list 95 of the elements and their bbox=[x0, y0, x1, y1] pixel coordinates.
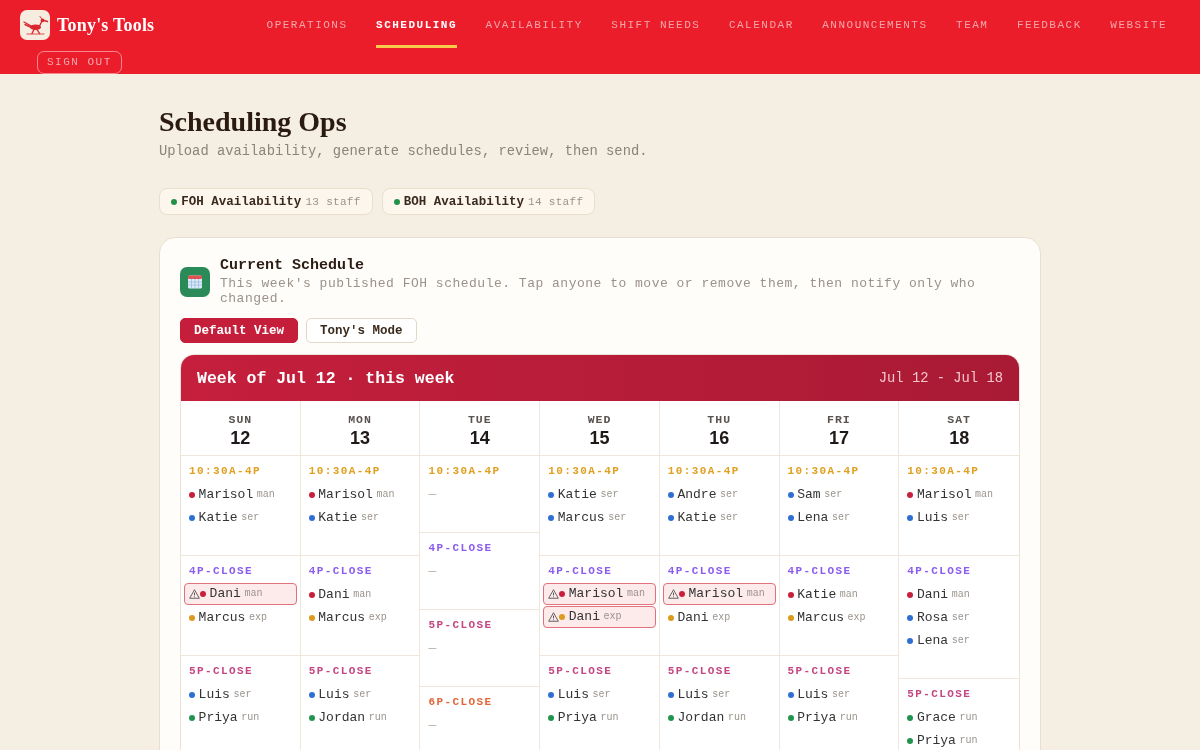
page-subtitle: Upload availability, generate schedules, review, then send. bbox=[159, 143, 649, 161]
availability-chip[interactable]: BOH Availability 14 staff bbox=[381, 188, 596, 215]
shift-time: 10:30A-4P bbox=[189, 464, 262, 478]
day-number: 18 bbox=[948, 427, 971, 449]
staff-entry[interactable]: Marcus exp bbox=[308, 606, 412, 629]
day-name: MON bbox=[347, 412, 373, 427]
shift-time: 4P-CLOSE bbox=[667, 564, 733, 578]
staff-entry[interactable]: Marisol man bbox=[662, 583, 776, 605]
day-number: 14 bbox=[468, 427, 491, 449]
warning-icon bbox=[548, 612, 560, 622]
staff-entry[interactable]: Marisol man bbox=[189, 483, 292, 506]
day-name: SUN bbox=[227, 412, 254, 427]
day-name: SAT bbox=[946, 412, 972, 427]
shift-time: 4P-CLOSE bbox=[308, 564, 374, 578]
shift-time: 5P-CLOSE bbox=[428, 618, 494, 632]
shift-time: 4P-CLOSE bbox=[189, 564, 254, 578]
staff-entry[interactable]: Jordan run bbox=[308, 706, 412, 729]
card-title: Current Schedule bbox=[220, 258, 366, 274]
staff-entry[interactable]: Lena ser bbox=[787, 506, 891, 529]
day-number: 13 bbox=[349, 427, 372, 449]
staff-entry[interactable]: Luis ser bbox=[667, 683, 771, 706]
day-number: 16 bbox=[708, 427, 731, 449]
staff-entry[interactable]: Katie man bbox=[787, 583, 891, 606]
shift-time: 5P-CLOSE bbox=[787, 664, 853, 678]
staff-entry[interactable]: Rosa ser bbox=[907, 606, 1011, 629]
calendar-icon bbox=[180, 267, 210, 297]
staff-entry[interactable]: Marisol man bbox=[543, 583, 656, 605]
shift-time: 10:30A-4P bbox=[548, 464, 622, 478]
warning-icon bbox=[189, 589, 200, 599]
staff-entry[interactable]: Luis ser bbox=[548, 683, 651, 706]
staff-entry[interactable]: Katie ser bbox=[308, 506, 412, 529]
shift-time: 4P-CLOSE bbox=[428, 541, 494, 555]
day-number: 12 bbox=[229, 427, 252, 449]
staff-entry[interactable]: Luis ser bbox=[907, 506, 1011, 529]
shift-time: 6P-CLOSE bbox=[428, 695, 494, 709]
shift-time: 4P-CLOSE bbox=[548, 564, 614, 578]
day-name: FRI bbox=[826, 412, 852, 427]
day-name: TUE bbox=[466, 412, 493, 427]
staff-entry[interactable]: Priya run bbox=[907, 729, 1011, 750]
view-toggle[interactable]: Tony's Mode bbox=[306, 318, 417, 343]
staff-entry[interactable]: Lena ser bbox=[907, 629, 1011, 652]
card-description: This week's published FOH schedule. Tap anyone to move or remove them, then notify only who changed. bbox=[220, 276, 977, 306]
staff-entry[interactable]: Priya run bbox=[189, 706, 292, 729]
day-name: THU bbox=[706, 412, 733, 427]
staff-entry[interactable]: Marcus exp bbox=[189, 606, 292, 629]
staff-entry[interactable]: Jordan run bbox=[667, 706, 771, 729]
view-toggle[interactable]: Default View bbox=[180, 318, 298, 343]
staff-entry[interactable]: Dani man bbox=[308, 583, 412, 606]
staff-entry[interactable]: Priya run bbox=[548, 706, 651, 729]
staff-entry[interactable]: Marcus exp bbox=[787, 606, 891, 629]
staff-entry[interactable]: Marisol man bbox=[308, 483, 412, 506]
shift-time: 5P-CLOSE bbox=[907, 687, 973, 701]
day-number: 15 bbox=[588, 427, 611, 449]
staff-entry[interactable]: Grace run bbox=[907, 706, 1011, 729]
staff-entry[interactable]: Katie ser bbox=[189, 506, 292, 529]
week-title: Week of Jul 12 · this week bbox=[197, 368, 455, 388]
nav-link[interactable]: SCHEDULING bbox=[376, 10, 458, 48]
empty-slot: — bbox=[428, 714, 532, 737]
shift-time: 5P-CLOSE bbox=[189, 664, 254, 678]
staff-entry[interactable]: Dani exp bbox=[543, 606, 656, 628]
shift-time: 4P-CLOSE bbox=[907, 564, 973, 578]
staff-entry[interactable]: Luis ser bbox=[787, 683, 891, 706]
shift-time: 10:30A-4P bbox=[308, 464, 382, 478]
page-title: Scheduling Ops bbox=[159, 106, 348, 138]
day-number: 17 bbox=[827, 427, 850, 449]
shift-time: 10:30A-4P bbox=[787, 464, 861, 478]
staff-entry[interactable]: Dani man bbox=[184, 583, 297, 605]
staff-entry[interactable]: Marcus ser bbox=[548, 506, 651, 529]
empty-slot: — bbox=[428, 637, 532, 660]
warning-icon bbox=[667, 589, 679, 599]
staff-entry[interactable]: Andre ser bbox=[667, 483, 771, 506]
brand-name: Tony's Tools bbox=[57, 14, 155, 36]
staff-entry[interactable]: Sam ser bbox=[787, 483, 891, 506]
bird-logo-icon bbox=[20, 10, 50, 40]
shift-time: 10:30A-4P bbox=[428, 464, 502, 478]
staff-entry[interactable]: Dani man bbox=[907, 583, 1011, 606]
staff-entry[interactable]: Katie ser bbox=[667, 506, 771, 529]
shift-time: 5P-CLOSE bbox=[667, 664, 733, 678]
staff-entry[interactable]: Priya run bbox=[787, 706, 891, 729]
staff-entry[interactable]: Dani exp bbox=[667, 606, 771, 629]
staff-entry[interactable]: Luis ser bbox=[189, 683, 292, 706]
shift-time: 10:30A-4P bbox=[667, 464, 741, 478]
staff-entry[interactable]: Marisol man bbox=[907, 483, 1011, 506]
empty-slot: — bbox=[428, 483, 532, 506]
warning-icon bbox=[548, 589, 560, 599]
week-range: Jul 12 - Jul 18 bbox=[878, 370, 1003, 386]
day-name: WED bbox=[586, 412, 613, 427]
staff-entry[interactable]: Luis ser bbox=[308, 683, 412, 706]
staff-entry[interactable]: Katie ser bbox=[548, 483, 651, 506]
shift-time: 5P-CLOSE bbox=[308, 664, 374, 678]
empty-slot: — bbox=[428, 560, 532, 583]
shift-time: 10:30A-4P bbox=[907, 464, 981, 478]
availability-chip[interactable]: FOH Availability 13 staff bbox=[159, 188, 373, 215]
shift-time: 5P-CLOSE bbox=[548, 664, 614, 678]
shift-time: 4P-CLOSE bbox=[787, 564, 853, 578]
